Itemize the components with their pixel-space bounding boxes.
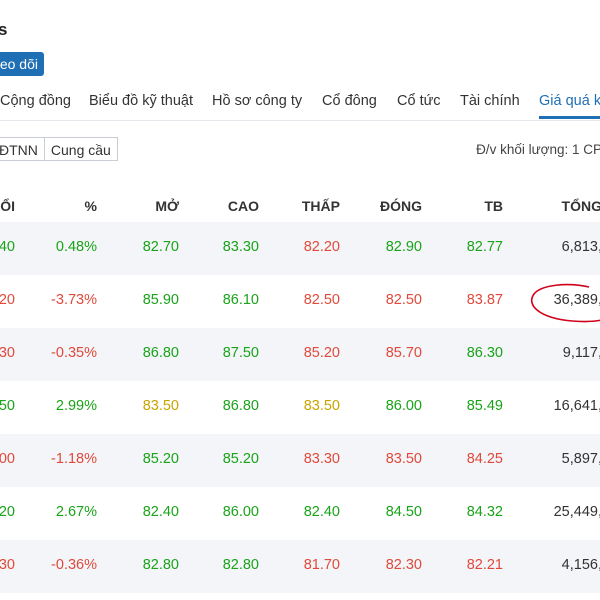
cell-avg: 82.77: [466, 239, 503, 255]
cell-open: 85.20: [142, 451, 179, 467]
col-header-total: TỔNG: [561, 198, 600, 214]
cell-avg: 84.25: [466, 451, 503, 467]
cell-pct: -0.36%: [51, 557, 97, 573]
cell-pct: -0.35%: [51, 345, 97, 361]
cell-high: 86.00: [222, 504, 259, 520]
cell-low: 82.50: [303, 292, 340, 308]
col-header-open: MỞ: [155, 198, 179, 214]
page-title: s: [0, 20, 8, 39]
cell-close: 82.50: [385, 292, 422, 308]
table-row[interactable]: 30 -0.36% 82.80 82.80 81.70 82.30 82.21 4,156,: [0, 540, 600, 593]
cell-low: 83.30: [303, 451, 340, 467]
cell-open: 82.80: [142, 557, 179, 573]
cell-change: 30: [0, 345, 15, 361]
table-row[interactable]: 20 2.67% 82.40 86.00 82.40 84.50 84.32 25,449,: [0, 487, 600, 540]
cell-total: 36,389,: [553, 292, 600, 308]
cell-change: 20: [0, 292, 15, 308]
cell-close: 86.00: [385, 398, 422, 414]
cell-low: 81.70: [303, 557, 340, 573]
volume-unit-text: Đ/v khối lượng: 1 CP: [476, 142, 600, 157]
cell-open: 82.40: [142, 504, 179, 520]
cell-low: 85.20: [303, 345, 340, 361]
table-row[interactable]: 00 -1.18% 85.20 85.20 83.30 83.50 84.25 5,897,: [0, 434, 600, 487]
cell-high: 86.80: [222, 398, 259, 414]
col-header-avg: TB: [484, 198, 503, 214]
cell-change: 50: [0, 398, 15, 414]
cell-total: 16,641,: [553, 398, 600, 414]
cell-avg: 82.21: [466, 557, 503, 573]
table-row[interactable]: 20 -3.73% 85.90 86.10 82.50 82.50 83.87 36,389,: [0, 275, 600, 328]
tab-gia-qua-khu[interactable]: Giá quá k: [539, 93, 600, 119]
tab-cong-dong[interactable]: Cộng đồng: [0, 93, 71, 109]
cell-total: 4,156,: [561, 557, 600, 573]
table-row[interactable]: 50 2.99% 83.50 86.80 83.50 86.00 85.49 16,641,: [0, 381, 600, 434]
follow-button-label: eo dõi: [0, 56, 38, 72]
tab-co-dong[interactable]: Cổ đông: [322, 93, 377, 109]
cell-pct: -1.18%: [51, 451, 97, 467]
cell-high: 85.20: [222, 451, 259, 467]
cell-change: 20: [0, 504, 15, 520]
cell-close: 84.50: [385, 504, 422, 520]
cell-open: 82.70: [142, 239, 179, 255]
cell-close: 83.50: [385, 451, 422, 467]
table-row[interactable]: 30 -0.35% 86.80 87.50 85.20 85.70 86.30 9,117,: [0, 328, 600, 381]
cell-change: 40: [0, 239, 15, 255]
dtnn-button[interactable]: ĐTNN: [0, 137, 45, 161]
cell-avg: 86.30: [466, 345, 503, 361]
tab-tai-chinh[interactable]: Tài chính: [460, 93, 520, 109]
cell-high: 83.30: [222, 239, 259, 255]
cell-change: 00: [0, 451, 15, 467]
tab-bar: Cộng đồng Biểu đồ kỹ thuật Hồ sơ công ty…: [0, 86, 600, 121]
cell-total: 5,897,: [561, 451, 600, 467]
cell-close: 85.70: [385, 345, 422, 361]
cell-pct: 0.48%: [55, 239, 97, 255]
cell-avg: 85.49: [466, 398, 503, 414]
col-header-high: CAO: [227, 198, 259, 214]
cell-low: 83.50: [303, 398, 340, 414]
col-header-percent: %: [84, 198, 97, 214]
cell-open: 85.90: [142, 292, 179, 308]
view-toggle-group: ĐTNN Cung cầu: [0, 137, 118, 161]
col-header-change: ỔI: [0, 198, 15, 214]
cell-low: 82.20: [303, 239, 340, 255]
table-row[interactable]: 40 0.48% 82.70 83.30 82.20 82.90 82.77 6,813,: [0, 222, 600, 275]
cell-close: 82.30: [385, 557, 422, 573]
col-header-low: THẤP: [301, 198, 340, 214]
tab-bieu-do-ky-thuat[interactable]: Biểu đồ kỹ thuật: [89, 93, 193, 109]
cell-close: 82.90: [385, 239, 422, 255]
cell-pct: -3.73%: [51, 292, 97, 308]
col-header-close: ĐÓNG: [380, 198, 422, 214]
cell-change: 30: [0, 557, 15, 573]
cell-open: 83.50: [142, 398, 179, 414]
cell-open: 86.80: [142, 345, 179, 361]
tab-co-tuc[interactable]: Cổ tức: [397, 93, 441, 109]
cell-total: 9,117,: [562, 345, 600, 361]
cell-avg: 84.32: [466, 504, 503, 520]
cell-total: 25,449,: [553, 504, 600, 520]
cell-avg: 83.87: [466, 292, 503, 308]
cell-pct: 2.67%: [55, 504, 97, 520]
cung-cau-button[interactable]: Cung cầu: [44, 137, 118, 161]
follow-button[interactable]: eo dõi: [0, 52, 44, 76]
cell-high: 86.10: [222, 292, 259, 308]
tab-ho-so-cong-ty[interactable]: Hồ sơ công ty: [212, 93, 302, 109]
cell-high: 82.80: [222, 557, 259, 573]
cell-low: 82.40: [303, 504, 340, 520]
cell-total: 6,813,: [561, 239, 600, 255]
cell-pct: 2.99%: [55, 398, 97, 414]
cell-high: 87.50: [222, 345, 259, 361]
